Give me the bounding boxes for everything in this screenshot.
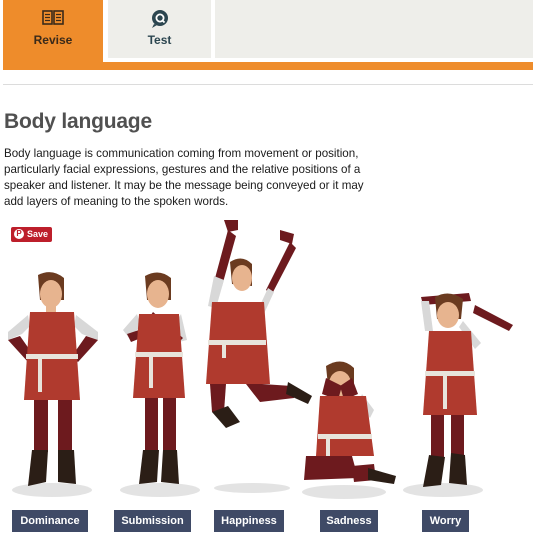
caption-dominance: Dominance [12,510,88,532]
pinterest-save-button[interactable]: P Save [11,227,52,242]
figure-worry [403,293,513,497]
book-icon [42,9,64,27]
caption-worry: Worry [422,510,469,532]
page-title: Body language [4,110,152,133]
pinterest-icon: P [14,229,24,239]
tab-test-label: Test [147,33,172,47]
caption-happiness: Happiness [214,510,284,532]
caption-submission: Submission [114,510,191,532]
quiz-icon [149,9,171,28]
figure-submission [120,272,200,497]
caption-sadness: Sadness [320,510,378,532]
intro-paragraph: Body language is communication coming fr… [4,147,364,208]
tab-bar: Revise Test [0,0,537,72]
tab-test[interactable]: Test [108,0,211,58]
tab-revise-label: Revise [33,33,73,47]
save-button-label: Save [27,229,49,239]
divider [3,84,533,85]
tab-revise[interactable]: Revise [3,0,103,70]
figure-sadness [302,361,396,499]
tab-bar-filler [215,0,533,58]
figure-dominance [8,272,98,497]
active-tab-bar [3,62,533,70]
